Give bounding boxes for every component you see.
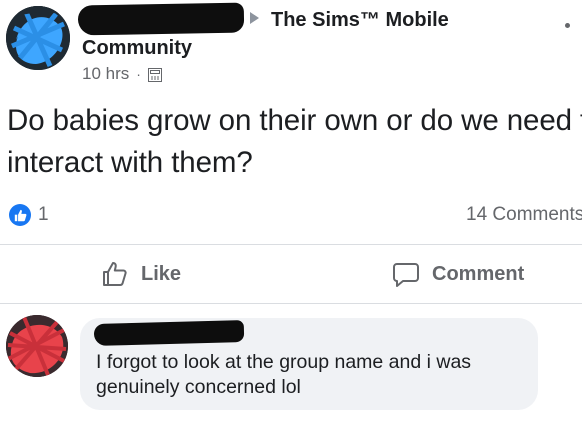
thumbs-up-icon [101,260,129,288]
post-timestamp[interactable]: 10 hrs [82,64,129,84]
like-button-label: Like [141,263,182,285]
group-name-link-continued[interactable]: Community [82,36,192,60]
arrow-right-icon [250,12,259,24]
comment-bubble-icon [392,260,420,288]
facebook-post: The Sims™ Mobile Community 10 hrs · Do b… [0,0,582,429]
post-text: Do babies grow on their own or do we nee… [7,104,582,179]
comment-text: I forgot to look at the group name and i… [96,351,472,398]
group-name-link[interactable]: The Sims™ Mobile [271,8,449,32]
divider [0,244,582,245]
post-meta: 10 hrs · [82,64,162,84]
comment-button-label: Comment [432,263,525,285]
poster-name-redacted [77,2,245,36]
like-count[interactable]: 1 [38,204,49,226]
comment-button[interactable]: Comment [392,260,524,288]
commenter-avatar[interactable] [6,315,68,377]
comment-count[interactable]: 14 Comments [466,204,582,226]
meta-separator: · [136,66,141,82]
poster-avatar[interactable] [6,6,70,70]
more-options-icon[interactable] [565,23,570,28]
divider [0,303,582,304]
commenter-name-redacted [93,320,245,346]
like-button[interactable]: Like [101,260,181,288]
like-reaction-icon[interactable] [9,204,31,226]
group-icon [147,67,162,82]
